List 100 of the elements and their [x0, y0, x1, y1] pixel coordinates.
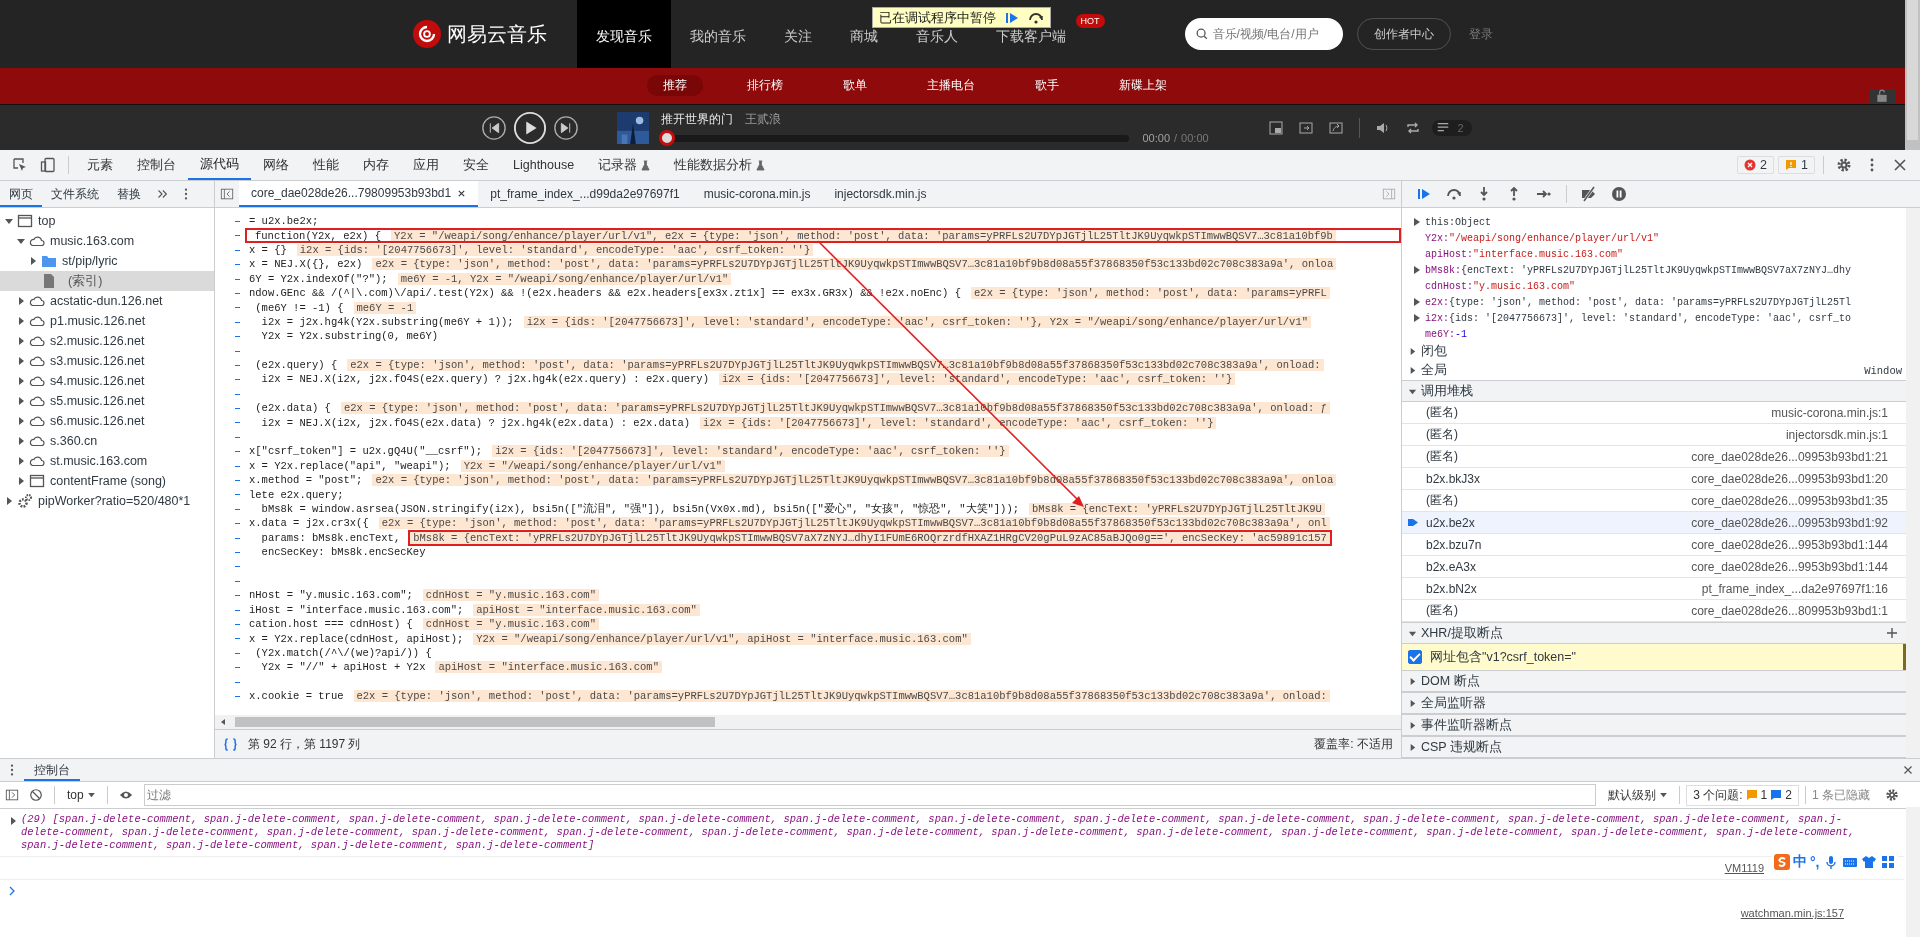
navigator-tab[interactable]: 网页 — [0, 181, 42, 207]
console-tab[interactable]: 控制台 — [24, 759, 80, 781]
sidebar-toggle-icon[interactable] — [220, 187, 234, 201]
previous-icon[interactable] — [480, 114, 507, 141]
nav-link[interactable]: 音乐人 — [896, 29, 977, 68]
scroll-arrow-icon[interactable] — [219, 718, 227, 726]
call-frame[interactable]: (匿名) injectorsdk.min.js:1 — [1402, 424, 1906, 446]
error-counter[interactable]: 2 — [1737, 156, 1775, 174]
context-selector[interactable]: top — [61, 787, 101, 803]
nav-link[interactable]: 我的音乐 — [670, 29, 765, 68]
tree-item[interactable]: s4.music.126.net — [0, 371, 214, 391]
play-icon[interactable] — [512, 110, 547, 145]
tree-item[interactable]: top — [0, 211, 214, 231]
tree-item[interactable]: st/pip/lyric — [0, 251, 214, 271]
section-header[interactable]: 事件监听器断点 — [1402, 714, 1906, 736]
section-header[interactable]: CSP 违规断点 — [1402, 736, 1906, 758]
settings-icon[interactable] — [1836, 157, 1852, 173]
nav-link[interactable]: 商城 — [830, 29, 897, 68]
panel-tab[interactable]: 控制台 — [125, 150, 188, 180]
panel-tab[interactable]: 记录器 — [586, 150, 663, 180]
console-scrollbar[interactable] — [1906, 807, 1920, 937]
login-link[interactable]: 登录 — [1468, 25, 1493, 43]
tree-item[interactable]: s3.music.126.net — [0, 351, 214, 371]
section-header[interactable]: 全局监听器 — [1402, 692, 1906, 714]
warning-counter[interactable]: 1 — [1778, 156, 1815, 174]
pause-icon[interactable] — [1611, 186, 1627, 202]
next-icon[interactable] — [552, 114, 579, 141]
checkbox[interactable] — [1408, 650, 1422, 664]
call-frame[interactable]: b2x.bzu7n core_dae028de26...9953b93bd1:144 — [1402, 534, 1906, 556]
shirt-icon[interactable] — [1860, 854, 1877, 870]
tree-item[interactable]: s2.music.126.net — [0, 331, 214, 351]
lock-icon[interactable] — [1869, 89, 1895, 103]
input-mode[interactable]: 中 — [1793, 853, 1807, 871]
call-frame[interactable]: b2x.bN2x pt_frame_index_...da2e97697f1:16 — [1402, 578, 1906, 600]
subnav-link[interactable]: 歌单 — [826, 75, 883, 96]
subnav-link[interactable]: 新碟上架 — [1102, 75, 1183, 96]
song-title[interactable]: 推开世界的门 — [660, 111, 733, 128]
tree-item[interactable]: s5.music.126.net — [0, 391, 214, 411]
subnav-link[interactable]: 推荐 — [646, 75, 703, 96]
page-scrollbar[interactable] — [1905, 0, 1920, 150]
scope-group[interactable]: 全局 Window — [1402, 361, 1906, 380]
call-frame[interactable]: u2x.be2x core_dae028de26...09953b93bd1:92 — [1402, 512, 1906, 534]
artist-name[interactable]: 王贰浪 — [744, 111, 781, 128]
panel-tab[interactable]: 性能数据分析 — [662, 150, 778, 180]
file-tab[interactable]: pt_frame_index_...d99da2e97697f1 — [478, 181, 692, 207]
scope-variable[interactable]: e2x:{type: 'json', method: 'post', data: 'params=yPRFLs2U7DYpJGTjlL25Tl — [1402, 294, 1906, 310]
search-field[interactable]: 音乐/视频/电台/用户 — [1184, 18, 1343, 50]
clear-console-icon[interactable] — [29, 788, 43, 802]
tree-item[interactable]: s6.music.126.net — [0, 411, 214, 431]
file-tab[interactable]: core_dae028de26...79809953b93bd1 — [239, 181, 479, 207]
tree-item[interactable]: contentFrame (song) — [0, 471, 214, 491]
scope-variable[interactable]: this:Object — [1402, 214, 1906, 230]
picture-in-picture-icon[interactable] — [1267, 119, 1284, 136]
tree-item[interactable]: st.music.163.com — [0, 451, 214, 471]
resume-icon[interactable] — [1416, 186, 1432, 202]
share-icon[interactable] — [1327, 119, 1344, 136]
horizontal-scrollbar[interactable] — [215, 715, 1401, 729]
close-icon[interactable] — [1892, 157, 1908, 173]
grid-icon[interactable] — [1879, 854, 1896, 870]
add-icon[interactable] — [1886, 627, 1898, 639]
panel-tab[interactable]: Lighthouse — [501, 150, 587, 180]
subnav-link[interactable]: 主播电台 — [910, 75, 991, 96]
call-frame[interactable]: (匿名) core_dae028de26...09953b93bd1:21 — [1402, 446, 1906, 468]
sidebar-toggle-icon[interactable] — [5, 788, 19, 802]
scope-variable[interactable]: i2x:{ids: '[2047756673]', level: 'standard', encodeType: 'aac', csrf_to — [1402, 310, 1906, 326]
panel-tab[interactable]: 元素 — [75, 150, 125, 180]
issues-button[interactable]: 3 个问题: 1 2 — [1686, 784, 1799, 806]
log-level-selector[interactable]: 默认级别 — [1602, 785, 1674, 805]
progress-handle[interactable] — [658, 129, 675, 146]
source-link[interactable]: VM1119 — [1724, 862, 1764, 874]
section-header[interactable]: 调用堆栈 — [1402, 380, 1906, 402]
chevron-double-icon[interactable] — [155, 187, 169, 201]
file-tab[interactable]: injectorsdk.min.js — [822, 181, 939, 207]
call-frame[interactable]: b2x.eA3x core_dae028de26...9953b93bd1:144 — [1402, 556, 1906, 578]
ime-logo-icon[interactable] — [1774, 854, 1790, 870]
call-frame[interactable]: b2x.bkJ3x core_dae028de26...09953b93bd1:20 — [1402, 468, 1906, 490]
close-icon[interactable] — [457, 188, 467, 198]
tree-item[interactable]: acstatic-dun.126.net — [0, 291, 214, 311]
pretty-print-icon[interactable] — [223, 737, 238, 751]
tree-item[interactable]: s.360.cn — [0, 431, 214, 451]
subnav-link[interactable]: 歌手 — [1018, 75, 1075, 96]
tree-item[interactable]: (索引) — [0, 271, 214, 291]
call-frame[interactable]: (匿名) music-corona.min.js:1 — [1402, 402, 1906, 424]
filter-field[interactable]: 过滤 — [143, 784, 1597, 806]
source-link[interactable]: watchman.min.js:157 — [1740, 907, 1844, 919]
punctuation-mode[interactable]: °, — [1810, 854, 1820, 870]
section-header[interactable]: XHR/提取断点 — [1402, 622, 1906, 644]
file-tab[interactable]: music-corona.min.js — [691, 181, 823, 207]
tree-item[interactable]: pipWorker?ratio=520/480*1 — [0, 491, 214, 511]
inspect-element-icon[interactable] — [12, 157, 28, 173]
site-logo[interactable]: 网易云音乐 — [446, 20, 547, 48]
panel-tab[interactable]: 安全 — [451, 150, 501, 180]
settings-icon[interactable] — [1885, 788, 1899, 802]
panel-tab[interactable]: 内存 — [351, 150, 401, 180]
panel-tab[interactable]: 性能 — [301, 150, 351, 180]
nav-link[interactable]: 下载客户端 — [976, 29, 1085, 68]
section-header[interactable]: DOM 断点 — [1402, 670, 1906, 692]
deactivate-breakpoints-icon[interactable] — [1581, 186, 1597, 202]
navigator-tab[interactable]: 替换 — [108, 181, 150, 207]
disclosure-triangle-icon[interactable] — [8, 816, 18, 826]
